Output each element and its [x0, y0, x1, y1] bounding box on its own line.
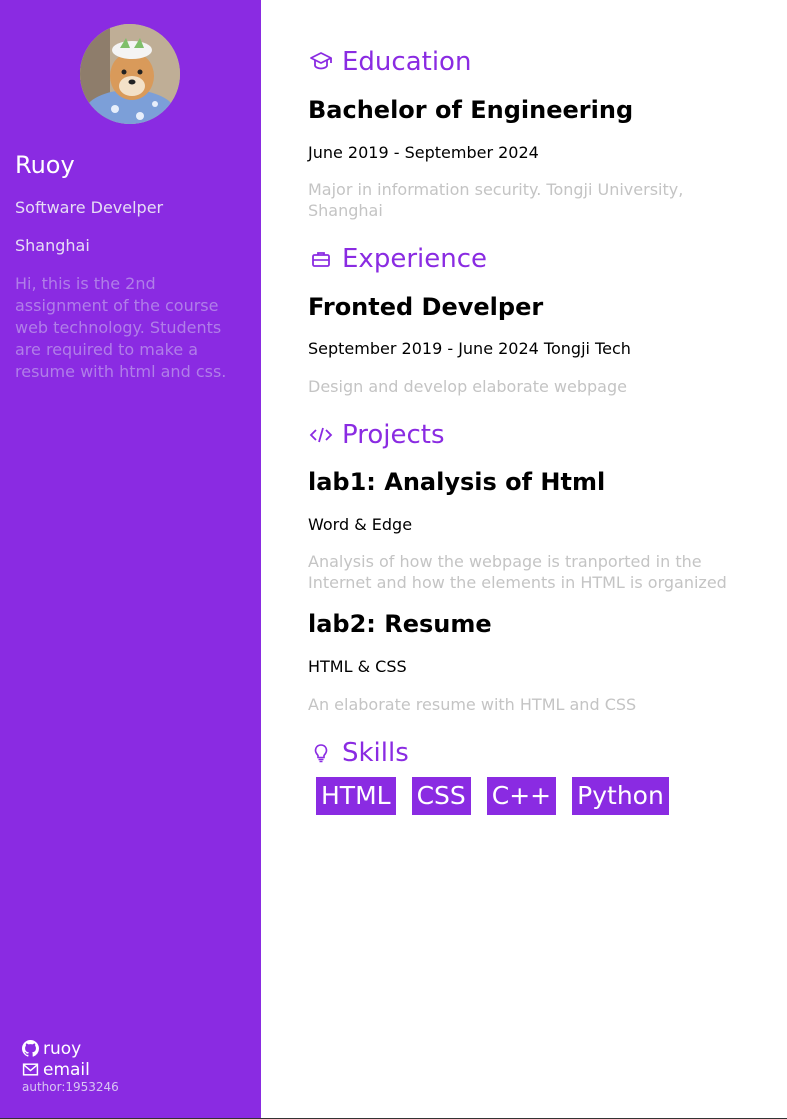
- experience-heading: Experience: [308, 244, 487, 274]
- profile-role: Software Develper: [15, 198, 164, 217]
- avatar-image: [80, 24, 180, 124]
- projects-heading: Projects: [308, 420, 445, 450]
- skill-tag: HTML: [316, 777, 396, 815]
- email-link[interactable]: email: [22, 1059, 119, 1080]
- project-desc: Analysis of how the webpage is tranporte…: [308, 552, 727, 592]
- project-title: lab1: Analysis of Html: [308, 468, 606, 496]
- skills-list: HTML CSS C++ Python: [316, 777, 669, 815]
- mail-icon: [22, 1063, 39, 1076]
- skill-tag: C++: [486, 777, 557, 815]
- project-meta: Word & Edge: [308, 515, 413, 534]
- code-icon: [308, 422, 334, 448]
- skill-tag: CSS: [411, 777, 471, 815]
- education-title: Bachelor of Engineering: [308, 96, 634, 124]
- profile-bio: Hi, this is the 2nd assignment of the co…: [15, 274, 227, 381]
- lightbulb-icon: [308, 740, 334, 766]
- projects-heading-label: Projects: [342, 420, 445, 450]
- contact-links: ruoy email author:1953246: [22, 1038, 119, 1094]
- experience-meta: September 2019 - June 2024 Tongji Tech: [308, 339, 631, 358]
- project-meta: HTML & CSS: [308, 657, 407, 676]
- author-id: author:1953246: [22, 1080, 119, 1094]
- github-label: ruoy: [43, 1038, 82, 1059]
- experience-title: Fronted Develper: [308, 293, 544, 321]
- experience-desc: Design and develop elaborate webpage: [308, 377, 627, 396]
- profile-city: Shanghai: [15, 236, 90, 255]
- project-desc: An elaborate resume with HTML and CSS: [308, 695, 637, 714]
- skills-heading: Skills: [308, 738, 409, 768]
- education-desc: Major in information security. Tongji Un…: [308, 180, 684, 220]
- skills-heading-label: Skills: [342, 738, 409, 768]
- skill-tag: Python: [572, 777, 669, 815]
- education-heading: Education: [308, 47, 471, 77]
- education-meta: June 2019 - September 2024: [308, 143, 539, 162]
- briefcase-icon: [308, 246, 334, 272]
- education-heading-label: Education: [342, 47, 472, 77]
- github-link[interactable]: ruoy: [22, 1038, 119, 1059]
- profile-name: Ruoy: [15, 151, 75, 179]
- github-icon: [22, 1040, 39, 1057]
- email-label: email: [43, 1059, 90, 1080]
- avatar: [80, 24, 180, 124]
- sidebar: Ruoy Software Develper Shanghai Hi, this…: [0, 0, 261, 1118]
- project-title: lab2: Resume: [308, 610, 492, 638]
- experience-heading-label: Experience: [342, 244, 487, 274]
- graduation-cap-icon: [308, 49, 334, 75]
